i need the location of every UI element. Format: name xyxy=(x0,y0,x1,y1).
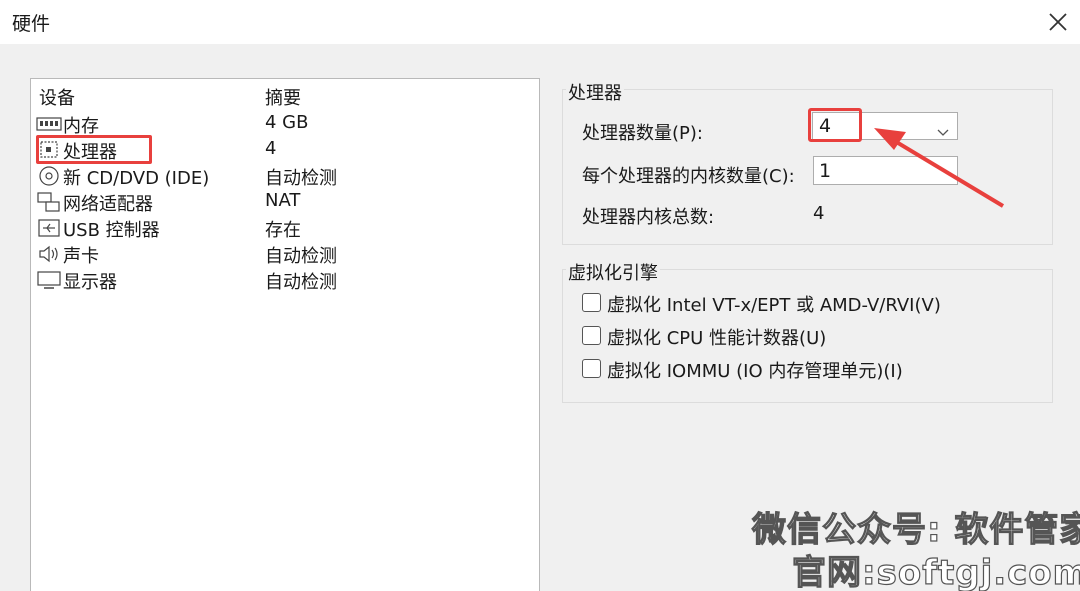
window-title: 硬件 xyxy=(12,13,51,35)
total-cores-value: 4 xyxy=(813,203,825,224)
network-adapter-icon xyxy=(36,191,62,213)
device-summary: NAT xyxy=(265,190,301,211)
watermark-website: 官网:softgj.com xyxy=(791,552,1080,591)
cores-per-processor-input[interactable]: 1 xyxy=(813,156,958,185)
device-row-usb[interactable]: USB 控制器 存在 xyxy=(33,215,538,241)
summary-column-header[interactable]: 摘要 xyxy=(265,84,301,110)
device-summary: 4 GB xyxy=(265,112,309,133)
virtualize-vtx-checkbox[interactable] xyxy=(582,293,601,312)
virtualization-group-title: 虚拟化引擎 xyxy=(566,259,660,285)
virtualize-iommu-label[interactable]: 虚拟化 IOMMU (IO 内存管理单元)(I) xyxy=(607,357,903,383)
usb-icon xyxy=(36,217,62,239)
device-row-cd-dvd[interactable]: 新 CD/DVD (IDE) 自动检测 xyxy=(33,163,538,189)
device-name: USB 控制器 xyxy=(63,220,160,241)
processor-group-title: 处理器 xyxy=(566,79,624,105)
device-name: 显示器 xyxy=(63,272,117,293)
virtualize-cpu-counters-checkbox[interactable] xyxy=(582,326,601,345)
display-icon xyxy=(36,269,62,291)
virtualize-cpu-counters-label[interactable]: 虚拟化 CPU 性能计数器(U) xyxy=(607,324,826,350)
device-summary: 存在 xyxy=(265,220,301,241)
virtualize-vtx-label[interactable]: 虚拟化 Intel VT-x/EPT 或 AMD-V/RVI(V) xyxy=(607,291,941,317)
device-row-memory[interactable]: 内存 4 GB xyxy=(33,111,538,137)
processor-highlight-box xyxy=(36,135,152,164)
device-summary: 自动检测 xyxy=(265,272,337,293)
device-name: 声卡 xyxy=(63,246,99,267)
device-column-header[interactable]: 设备 xyxy=(39,84,75,110)
device-row-network[interactable]: 网络适配器 NAT xyxy=(33,189,538,215)
processor-count-highlight-box xyxy=(808,108,862,142)
device-name: 新 CD/DVD (IDE) xyxy=(63,168,210,189)
device-summary: 自动检测 xyxy=(265,168,337,189)
close-button[interactable] xyxy=(1040,4,1076,40)
device-name: 网络适配器 xyxy=(63,194,153,215)
virtualize-iommu-checkbox[interactable] xyxy=(582,359,601,378)
watermark-wechat: 微信公众号: 软件管家 xyxy=(751,509,1080,550)
device-row-sound[interactable]: 声卡 自动检测 xyxy=(33,241,538,267)
device-list[interactable]: 设备 摘要 内存 4 GB 处理器 4 新 CD/DVD (IDE) 自动检测 … xyxy=(30,78,540,591)
cores-per-processor-value: 1 xyxy=(819,160,832,182)
device-summary: 4 xyxy=(265,138,277,159)
sound-card-icon xyxy=(36,243,62,265)
close-icon xyxy=(1049,13,1067,31)
total-cores-label: 处理器内核总数: xyxy=(582,207,715,228)
cd-dvd-icon xyxy=(36,165,62,187)
processor-count-label: 处理器数量(P): xyxy=(582,123,703,144)
device-summary: 自动检测 xyxy=(265,246,337,267)
chevron-down-icon xyxy=(937,121,949,136)
memory-icon xyxy=(36,113,62,135)
title-bar: 硬件 xyxy=(0,0,1080,44)
device-row-display[interactable]: 显示器 自动检测 xyxy=(33,267,538,293)
cores-per-processor-label: 每个处理器的内核数量(C): xyxy=(582,166,795,187)
